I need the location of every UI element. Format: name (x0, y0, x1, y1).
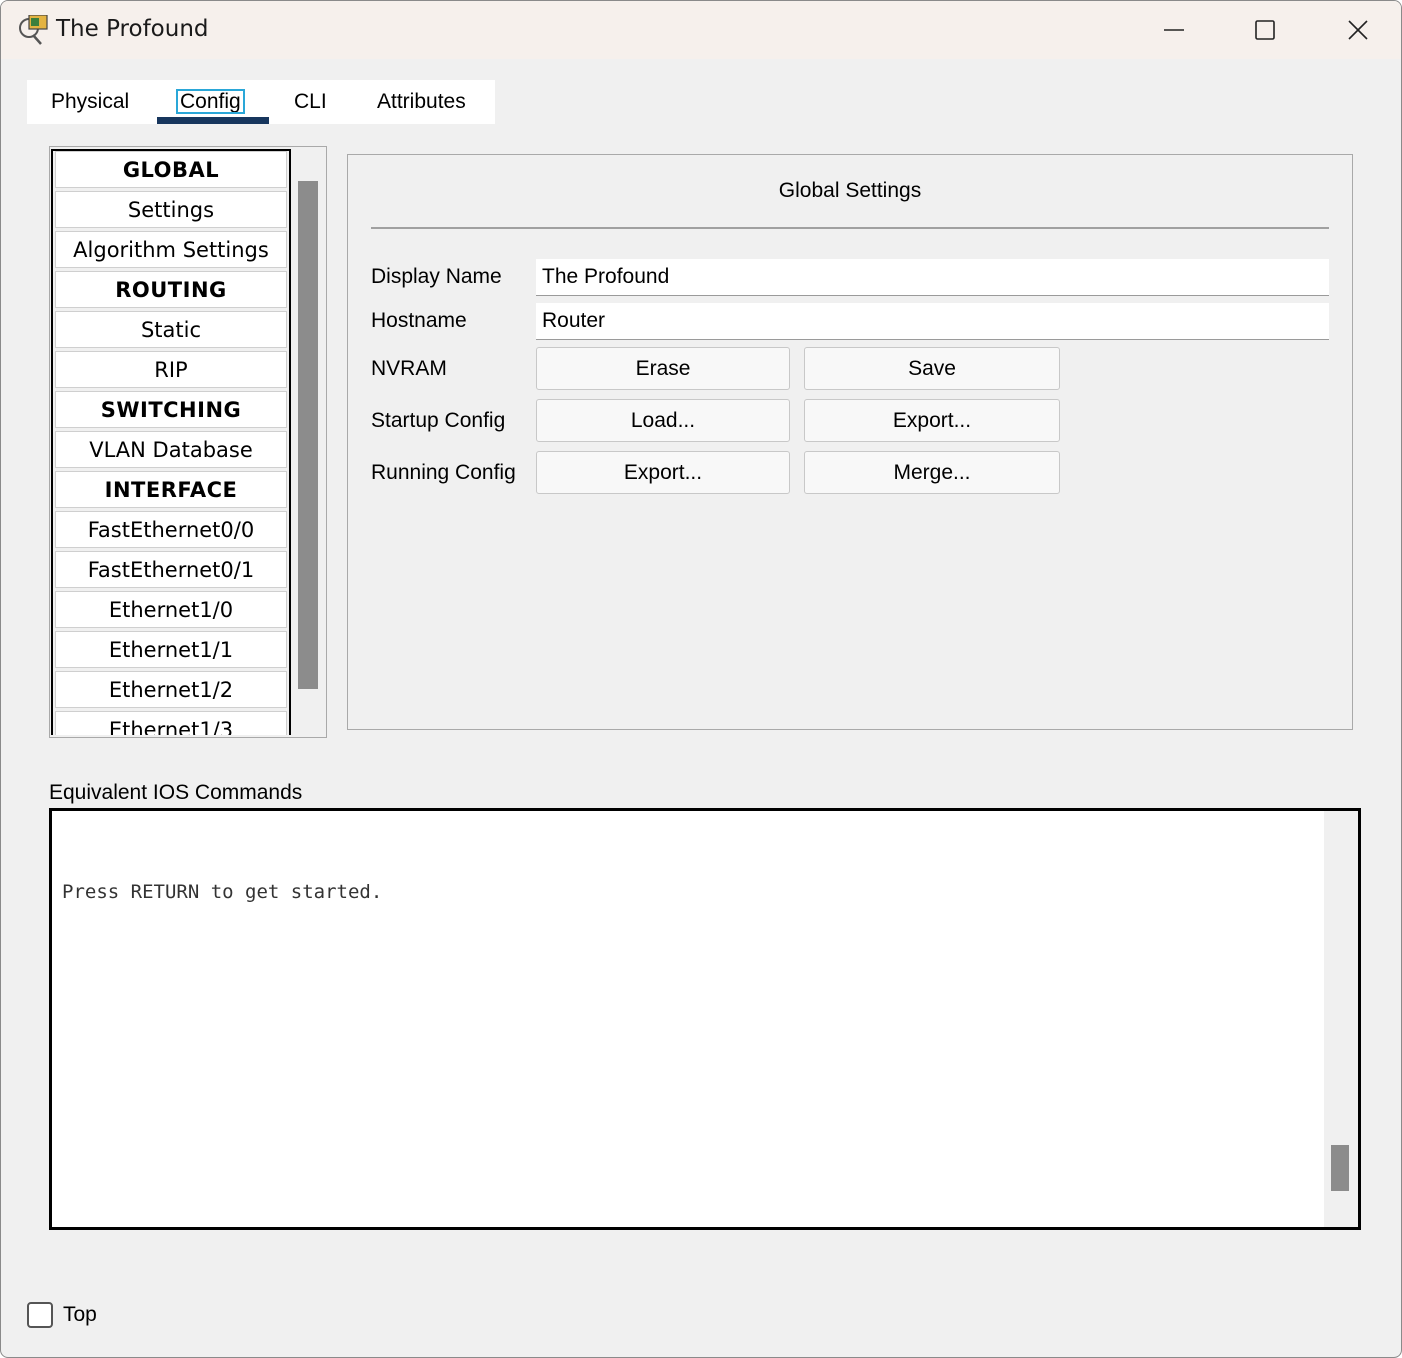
tab-label: CLI (294, 90, 327, 113)
close-button[interactable] (1335, 11, 1381, 49)
top-checkbox-label: Top (63, 1303, 97, 1326)
tab-physical[interactable]: Physical (51, 80, 129, 124)
tab-attributes[interactable]: Attributes (377, 80, 466, 124)
nav-item-settings[interactable]: Settings (55, 191, 287, 228)
device-config-window: The Profound Physical Config CLI Attribu… (0, 0, 1402, 1358)
display-name-label: Display Name (371, 265, 502, 288)
nav-header-interface[interactable]: INTERFACE (55, 471, 287, 508)
running-config-label: Running Config (371, 461, 516, 484)
ios-commands-label: Equivalent IOS Commands (49, 781, 303, 804)
maximize-button[interactable] (1242, 11, 1288, 49)
active-tab-indicator (157, 117, 269, 124)
console-output: Press RETURN to get started. (62, 881, 383, 903)
nav-item-fastethernet0-0[interactable]: FastEthernet0/0 (55, 511, 287, 548)
startup-load-button[interactable]: Load... (536, 399, 790, 442)
hostname-label: Hostname (371, 309, 467, 332)
nvram-erase-button[interactable]: Erase (536, 347, 790, 390)
nav-item-static[interactable]: Static (55, 311, 287, 348)
nav-item-ethernet1-1[interactable]: Ethernet1/1 (55, 631, 287, 668)
title-bar[interactable]: The Profound (1, 1, 1401, 59)
top-checkbox[interactable] (27, 1302, 53, 1328)
ios-commands-console[interactable]: Press RETURN to get started. (49, 808, 1361, 1230)
nav-item-ethernet1-3[interactable]: Ethernet1/3 (55, 711, 287, 735)
nvram-save-button[interactable]: Save (804, 347, 1060, 390)
hostname-field[interactable] (536, 303, 1329, 340)
nav-scrollbar[interactable] (298, 181, 318, 689)
startup-config-label: Startup Config (371, 409, 506, 432)
maximize-icon (1255, 20, 1275, 40)
config-nav-list[interactable]: GLOBAL Settings Algorithm Settings ROUTI… (51, 149, 291, 735)
tab-label: Attributes (377, 90, 466, 113)
nav-item-fastethernet0-1[interactable]: FastEthernet0/1 (55, 551, 287, 588)
panel-title: Global Settings (778, 179, 922, 202)
global-settings-panel: Global Settings Display Name Hostname NV… (347, 154, 1353, 730)
close-icon (1348, 20, 1368, 40)
nvram-label: NVRAM (371, 357, 447, 380)
tab-cli[interactable]: CLI (294, 80, 327, 124)
startup-export-button[interactable]: Export... (804, 399, 1060, 442)
minimize-icon (1164, 29, 1184, 31)
console-scroll-thumb[interactable] (1331, 1145, 1349, 1191)
running-merge-button[interactable]: Merge... (804, 451, 1060, 494)
display-name-field[interactable] (536, 259, 1329, 296)
nav-item-rip[interactable]: RIP (55, 351, 287, 388)
nav-header-routing[interactable]: ROUTING (55, 271, 287, 308)
window-title: The Profound (56, 16, 209, 42)
tab-label: Physical (51, 90, 130, 113)
config-nav-panel: GLOBAL Settings Algorithm Settings ROUTI… (49, 146, 327, 738)
nav-header-switching[interactable]: SWITCHING (55, 391, 287, 428)
router-device-icon (19, 14, 49, 45)
running-export-button[interactable]: Export... (536, 451, 790, 494)
divider (371, 227, 1329, 229)
nav-item-ethernet1-2[interactable]: Ethernet1/2 (55, 671, 287, 708)
minimize-button[interactable] (1151, 11, 1197, 49)
nav-item-vlan-database[interactable]: VLAN Database (55, 431, 287, 468)
tab-bar: Physical Config CLI Attributes (27, 80, 495, 124)
nav-item-algorithm-settings[interactable]: Algorithm Settings (55, 231, 287, 268)
nav-item-ethernet1-0[interactable]: Ethernet1/0 (55, 591, 287, 628)
config-content: GLOBAL Settings Algorithm Settings ROUTI… (27, 124, 1383, 1284)
nav-header-global[interactable]: GLOBAL (55, 151, 287, 188)
tab-label: Config (176, 89, 245, 114)
console-scrollbar[interactable] (1324, 811, 1358, 1227)
